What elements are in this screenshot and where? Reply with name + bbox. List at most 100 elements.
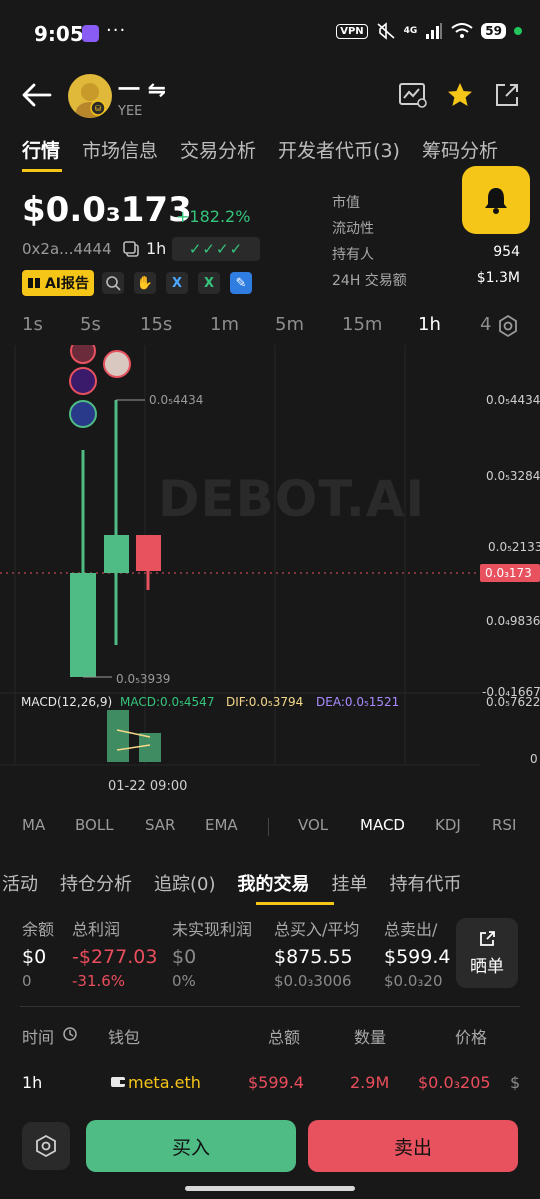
- summary-sell-label: 总卖出/: [384, 920, 438, 939]
- share-trades-button[interactable]: 晒单: [456, 918, 518, 988]
- search-icon[interactable]: [102, 272, 124, 294]
- copy-icon[interactable]: [122, 240, 140, 258]
- x-twitter-icon[interactable]: X: [166, 272, 188, 294]
- hand-wave-icon[interactable]: ✋: [134, 272, 156, 294]
- indicator-boll[interactable]: BOLL: [75, 816, 114, 834]
- trade-price: $0.0₃205: [418, 1073, 491, 1092]
- ai-report-button[interactable]: AI报告: [22, 270, 94, 296]
- macd-axis-label: 0: [530, 752, 538, 766]
- timeframe-5s[interactable]: 5s: [80, 314, 101, 335]
- timeframe-1m[interactable]: 1m: [210, 314, 239, 335]
- chart-watch-icon[interactable]: [398, 80, 428, 110]
- battery-indicator: 59: [481, 23, 506, 39]
- wifi-icon: [451, 23, 473, 38]
- dif-value: DIF:0.0₅3794: [226, 695, 304, 709]
- indicator-sar[interactable]: SAR: [145, 816, 175, 834]
- back-arrow-icon[interactable]: [20, 80, 54, 110]
- security-checks[interactable]: ✓✓✓✓: [172, 237, 260, 261]
- ai-report-label: AI报告: [44, 276, 90, 292]
- price-chart[interactable]: [0, 345, 540, 805]
- tab-holdings-analysis[interactable]: 持仓分析: [60, 870, 132, 896]
- timeframe-15m[interactable]: 15m: [342, 314, 382, 335]
- indicator-divider: [268, 818, 269, 836]
- col-header-price: 价格: [455, 1028, 488, 1047]
- tab-orders[interactable]: 挂单: [332, 870, 368, 896]
- edit-note-icon[interactable]: ✎: [230, 272, 252, 294]
- share-external-icon[interactable]: [492, 80, 522, 110]
- timeframe-5m[interactable]: 5m: [275, 314, 304, 335]
- indicator-selector: MA BOLL SAR EMA VOL MACD KDJ RSI: [0, 816, 540, 840]
- summary-profit-value: -$277.03: [72, 946, 158, 968]
- col-header-time[interactable]: 时间: [22, 1024, 54, 1048]
- price-alert-button[interactable]: [462, 166, 530, 234]
- indicator-macd[interactable]: MACD: [360, 816, 405, 834]
- candle-3: [136, 535, 161, 571]
- favorite-star-icon[interactable]: [445, 80, 475, 110]
- tab-market[interactable]: 行情: [22, 136, 60, 163]
- token-header: ⛁ 一 ⇋ YEE: [0, 66, 540, 126]
- tab-developer-tokens[interactable]: 开发者代币(3): [278, 136, 400, 163]
- tab-chip-analysis[interactable]: 筹码分析: [422, 136, 498, 163]
- trade-wallet[interactable]: meta.eth: [128, 1073, 201, 1092]
- indicator-kdj[interactable]: KDJ: [435, 816, 461, 834]
- token-symbol: YEE: [118, 104, 143, 119]
- indicator-ema[interactable]: EMA: [205, 816, 238, 834]
- trader-avatar[interactable]: [69, 367, 97, 395]
- summary-profit-sub: -31.6%: [72, 972, 126, 990]
- col-header-quantity: 数量: [354, 1028, 387, 1047]
- trade-settings-button[interactable]: [22, 1122, 70, 1170]
- timeframe-1s[interactable]: 1s: [22, 314, 43, 335]
- clock-toggle-icon[interactable]: [62, 1026, 78, 1042]
- timeframe-1h[interactable]: 1h: [418, 314, 441, 335]
- indicator-ma[interactable]: MA: [22, 816, 45, 834]
- x-search-icon[interactable]: X: [198, 272, 220, 294]
- axis-label: 0.0₅2133: [488, 540, 540, 554]
- sell-button[interactable]: 卖出: [308, 1120, 518, 1172]
- tab-market-info[interactable]: 市场信息: [82, 136, 158, 163]
- contract-address: 0x2a...4444: [22, 240, 112, 258]
- trader-avatar[interactable]: [70, 345, 96, 364]
- summary-buy-value: $875.55: [274, 946, 353, 968]
- app-notification-icon: [82, 25, 99, 42]
- token-avatar: ⛁: [68, 74, 112, 118]
- tab-my-trades[interactable]: 我的交易: [238, 870, 310, 896]
- home-indicator[interactable]: [185, 1186, 355, 1191]
- wallet-icon: [111, 1077, 125, 1087]
- privacy-dot-icon: [514, 27, 522, 35]
- macd-bar-2: [139, 733, 161, 762]
- trader-avatar[interactable]: [103, 350, 131, 378]
- indicator-vol[interactable]: VOL: [298, 816, 328, 834]
- summary-profit-label: 总利润: [72, 920, 121, 939]
- bell-icon: [485, 188, 507, 214]
- trader-avatar[interactable]: [69, 400, 97, 428]
- axis-label: 0.0₅3284: [486, 469, 540, 483]
- macd-bar-1: [107, 710, 129, 762]
- timeframe-15s[interactable]: 15s: [140, 314, 172, 335]
- current-price-tag-label: 0.0₃173: [485, 566, 532, 580]
- candle-1: [70, 573, 96, 677]
- tab-tracking[interactable]: 追踪(0): [154, 870, 216, 896]
- indicator-rsi[interactable]: RSI: [492, 816, 516, 834]
- tab-trade-analysis[interactable]: 交易分析: [180, 136, 256, 163]
- signal-icon: [426, 23, 443, 39]
- activity-tabs: 活动 持仓分析 追踪(0) 我的交易 挂单 持有代币: [2, 870, 462, 896]
- col-header-total: 总额: [268, 1028, 301, 1047]
- tab-activity[interactable]: 活动: [2, 870, 38, 896]
- age-interval: 1h: [146, 239, 167, 258]
- chart-settings-icon[interactable]: [496, 314, 520, 338]
- low-price-label: 0.0₅3939: [116, 672, 171, 686]
- candle-2: [104, 535, 129, 573]
- summary-balance-sub: 0: [22, 972, 32, 990]
- timeframe-4h[interactable]: 4: [480, 314, 491, 335]
- more-notifications-icon: ···: [106, 20, 127, 41]
- stat-holders: 持有人 954: [332, 244, 520, 263]
- book-icon: [27, 278, 40, 288]
- watermark: DEBOT.AI: [158, 470, 426, 528]
- tab-held-tokens[interactable]: 持有代币: [390, 870, 462, 896]
- col-header-wallet: 钱包: [108, 1028, 141, 1047]
- main-tabs: 行情 市场信息 交易分析 开发者代币(3) 筹码分析: [22, 136, 498, 163]
- summary-buy-sub: $0.0₃3006: [274, 972, 352, 990]
- buy-button[interactable]: 买入: [86, 1120, 296, 1172]
- mute-icon: [377, 22, 395, 40]
- token-name[interactable]: 一 ⇋: [118, 72, 166, 104]
